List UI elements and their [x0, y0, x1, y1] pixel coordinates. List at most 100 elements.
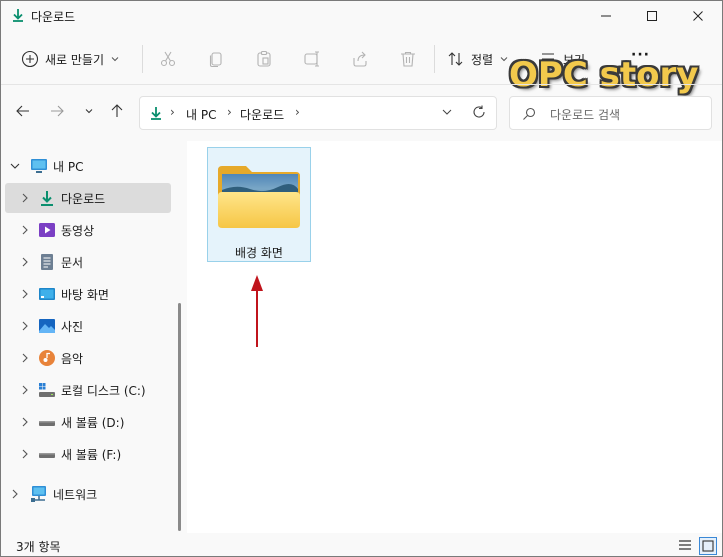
chevron-right-icon[interactable]: [19, 352, 31, 364]
item-count: 3개 항목: [16, 540, 61, 554]
tiles-view-icon: [702, 540, 714, 552]
folder-name: 배경 화면: [235, 246, 283, 260]
sidebar-item-label: 새 볼륨 (F:): [61, 447, 122, 462]
sidebar-item-my-pc[interactable]: 내 PC: [5, 151, 171, 181]
breadcrumb-downloads[interactable]: 다운로드: [240, 106, 284, 123]
sidebar-item-downloads[interactable]: 다운로드: [5, 183, 171, 213]
address-bar[interactable]: › 내 PC › 다운로드 ›: [139, 96, 497, 130]
sidebar-item-label: 사진: [61, 319, 84, 334]
chevron-right-icon[interactable]: [19, 288, 31, 300]
rename-button[interactable]: [300, 47, 324, 71]
forward-button[interactable]: [45, 99, 69, 123]
search-input[interactable]: 다운로드 검색: [550, 106, 620, 123]
chevron-down-icon[interactable]: [441, 106, 453, 118]
sidebar-item-local-disk-c[interactable]: 로컬 디스크 (C:): [5, 375, 171, 405]
new-button[interactable]: 새로 만들기: [15, 45, 126, 73]
chevron-right-icon[interactable]: [19, 448, 31, 460]
close-button[interactable]: [675, 1, 721, 31]
window-title: 다운로드: [31, 10, 76, 24]
clipboard-icon: [257, 50, 271, 67]
copy-button[interactable]: [204, 47, 228, 71]
share-icon: [353, 51, 367, 67]
sidebar-item-videos[interactable]: 동영상: [5, 215, 171, 245]
minimize-button[interactable]: [583, 1, 629, 31]
sidebar-item-label: 로컬 디스크 (C:): [61, 383, 146, 398]
paste-button[interactable]: [252, 47, 276, 71]
download-icon: [13, 9, 23, 22]
video-icon: [39, 223, 55, 237]
sort-icon: [448, 52, 463, 66]
drive-icon: [39, 453, 55, 458]
delete-button[interactable]: [396, 47, 420, 71]
search-icon: [523, 107, 536, 120]
maximize-icon: [647, 11, 657, 21]
folder-item[interactable]: 배경 화면: [207, 147, 311, 262]
chevron-right-icon[interactable]: [19, 256, 31, 268]
network-icon: [31, 486, 46, 502]
chevron-down-icon: [500, 57, 508, 62]
chevron-right-icon[interactable]: [19, 320, 31, 332]
chevron-right-icon[interactable]: [19, 416, 31, 428]
details-view-icon[interactable]: [677, 537, 693, 553]
arrow-left-icon: [16, 105, 29, 117]
breadcrumb-separator-icon: ›: [170, 105, 175, 119]
chevron-down-icon: [85, 109, 93, 114]
chevron-right-icon[interactable]: [19, 192, 31, 204]
arrow-up-icon: [111, 104, 123, 117]
chevron-right-icon[interactable]: [19, 384, 31, 396]
chevron-right-icon[interactable]: [19, 224, 31, 236]
drive-icon: [39, 421, 55, 426]
sort-button[interactable]: 정렬: [447, 47, 509, 71]
scissors-icon: [160, 51, 176, 67]
toolbar-separator: [142, 45, 143, 73]
chevron-down-icon[interactable]: [9, 160, 21, 172]
minimize-icon: [601, 15, 611, 17]
close-icon: [693, 11, 703, 21]
sidebar-scrollbar[interactable]: [178, 303, 181, 531]
sidebar-item-documents[interactable]: 문서: [5, 247, 171, 277]
sidebar-item-pictures[interactable]: 사진: [5, 311, 171, 341]
refresh-icon[interactable]: [472, 105, 486, 119]
sidebar-item-music[interactable]: 음악: [5, 343, 171, 373]
rename-icon: [304, 51, 319, 67]
sidebar-item-volume-d[interactable]: 새 볼륨 (D:): [5, 407, 171, 437]
chevron-right-icon[interactable]: [9, 488, 21, 500]
plus-circle-icon: [21, 50, 39, 68]
search-box[interactable]: 다운로드 검색: [509, 96, 712, 130]
monitor-icon: [31, 159, 47, 173]
sidebar-item-network[interactable]: 네트워크: [5, 479, 171, 509]
cut-button[interactable]: [156, 47, 180, 71]
sidebar-item-label: 음악: [61, 351, 84, 366]
maximize-button[interactable]: [629, 1, 675, 31]
download-icon: [151, 107, 161, 120]
download-icon: [41, 191, 53, 206]
sidebar-item-label: 새 볼륨 (D:): [61, 415, 125, 430]
back-button[interactable]: [11, 99, 35, 123]
sidebar-item-label: 바탕 화면: [61, 287, 109, 302]
breadcrumb-my-pc[interactable]: 내 PC: [186, 106, 216, 123]
up-button[interactable]: [105, 99, 129, 123]
watermark-logo: OPC story: [509, 55, 699, 95]
new-button-label: 새로 만들기: [45, 52, 105, 67]
breadcrumb-separator-icon: ›: [295, 105, 300, 119]
share-button[interactable]: [348, 47, 372, 71]
sidebar-item-label: 동영상: [61, 223, 95, 238]
sidebar-item-label: 다운로드: [61, 191, 106, 206]
windows-drive-icon: [39, 383, 55, 397]
status-bar: 3개 항목: [1, 534, 722, 556]
annotation-arrow: [251, 275, 263, 347]
recent-locations-button[interactable]: [77, 99, 101, 123]
trash-icon: [401, 51, 415, 67]
sidebar-item-label: 네트워크: [53, 487, 98, 502]
file-list-area: 배경 화면: [187, 141, 722, 533]
title-bar: 다운로드: [1, 1, 722, 33]
sidebar-item-volume-f[interactable]: 새 볼륨 (F:): [5, 439, 171, 469]
sidebar-item-desktop[interactable]: 바탕 화면: [5, 279, 171, 309]
large-icons-view-button[interactable]: [699, 537, 717, 555]
navigation-pane: 내 PC 다운로드 동영상 문서 바탕 화면 사진 음악 로컬 디스크 (C:)…: [1, 141, 173, 533]
music-icon: [39, 350, 55, 366]
sort-label: 정렬: [471, 52, 494, 67]
sidebar-item-label: 문서: [61, 255, 84, 270]
copy-icon: [209, 52, 222, 68]
divider: [1, 84, 722, 85]
